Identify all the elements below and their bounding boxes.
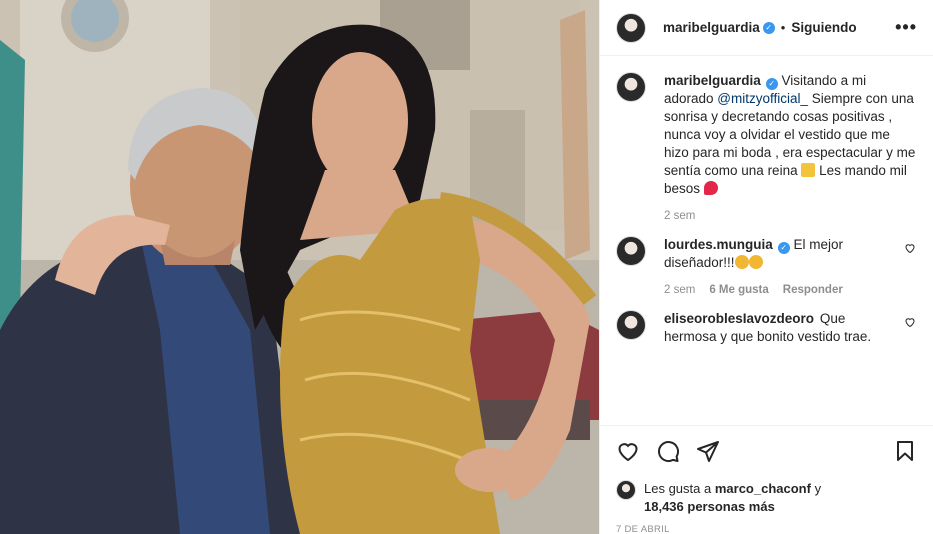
separator-dot: •: [780, 20, 786, 35]
caption-body: maribelguardia ✓ Visitando a mi adorado @…: [664, 72, 917, 222]
post-side-panel: maribelguardia ✓ • Siguiendo ••• maribel…: [599, 0, 933, 534]
crown-emoji-icon: [801, 163, 816, 177]
following-button[interactable]: Siguiendo: [791, 20, 856, 35]
clap-emoji-icon: [748, 255, 763, 269]
comment-icon[interactable]: [656, 439, 680, 463]
comment-likes[interactable]: 6 Me gusta: [709, 284, 768, 296]
post-header: maribelguardia ✓ • Siguiendo •••: [600, 0, 933, 56]
more-options-icon[interactable]: •••: [895, 17, 917, 38]
caption-avatar[interactable]: [616, 72, 646, 102]
comment-text: eliseoroblesIavozdeoro Que hermosa y que…: [664, 310, 893, 346]
caption-time[interactable]: 2 sem: [664, 210, 695, 222]
comment-username[interactable]: eliseoroblesIavozdeoro: [664, 311, 814, 326]
action-icons: [616, 436, 917, 466]
kiss-emoji-icon: [703, 181, 718, 195]
bookmark-icon[interactable]: [893, 439, 917, 463]
comment-body: eliseoroblesIavozdeoro Que hermosa y que…: [664, 310, 893, 346]
post-date[interactable]: 7 DE ABRIL: [616, 524, 917, 534]
comments-list[interactable]: maribelguardia ✓ Visitando a mi adorado @…: [600, 72, 933, 424]
comment-like-heart-icon[interactable]: [903, 316, 917, 328]
author-avatar[interactable]: [616, 12, 646, 43]
reply-button[interactable]: Responder: [783, 284, 843, 296]
author-info: maribelguardia ✓ • Siguiendo: [663, 20, 857, 35]
likes-prefix: Les gusta a: [644, 481, 712, 496]
photo-illustration: [0, 0, 599, 534]
caption-text: maribelguardia ✓ Visitando a mi adorado @…: [664, 72, 917, 198]
likes-summary: Les gusta a marco_chaconf y 18,436 perso…: [616, 480, 917, 516]
caption-mention[interactable]: @mitzyofficial_: [717, 91, 808, 106]
post-actions: Les gusta a marco_chaconf y 18,436 perso…: [600, 425, 933, 534]
verified-badge-icon: ✓: [762, 21, 775, 34]
verified-badge-icon: ✓: [765, 78, 778, 90]
comment-item: eliseoroblesIavozdeoro Que hermosa y que…: [616, 310, 917, 346]
caption-meta: 2 sem: [664, 210, 917, 222]
comment-item: lourdes.munguia ✓ El mejor diseñador!!! 2…: [616, 236, 917, 296]
post-photo[interactable]: [0, 0, 599, 534]
caption-username[interactable]: maribelguardia: [664, 73, 761, 88]
comment-text: lourdes.munguia ✓ El mejor diseñador!!!: [664, 236, 893, 272]
comment-like-heart-icon[interactable]: [903, 242, 917, 254]
likes-text: Les gusta a marco_chaconf y 18,436 perso…: [644, 480, 821, 516]
liker-avatar[interactable]: [616, 480, 636, 500]
comment-time[interactable]: 2 sem: [664, 284, 695, 296]
likes-count[interactable]: 18,436 personas más: [644, 499, 775, 514]
share-icon[interactable]: [696, 439, 720, 463]
comment-meta: 2 sem 6 Me gusta Responder: [664, 284, 893, 296]
comment-username[interactable]: lourdes.munguia: [664, 237, 773, 252]
heart-icon[interactable]: [616, 439, 640, 463]
comment-avatar[interactable]: [616, 236, 646, 266]
author-username[interactable]: maribelguardia: [663, 20, 760, 35]
verified-badge-icon: ✓: [777, 242, 790, 254]
comment-body: lourdes.munguia ✓ El mejor diseñador!!! 2…: [664, 236, 893, 296]
liker-username[interactable]: marco_chaconf: [715, 481, 811, 496]
likes-conj: y: [814, 481, 822, 496]
clap-emoji-icon: [734, 255, 749, 269]
instagram-post-view: maribelguardia ✓ • Siguiendo ••• maribel…: [0, 0, 933, 534]
comment-avatar[interactable]: [616, 310, 646, 340]
caption: maribelguardia ✓ Visitando a mi adorado @…: [616, 72, 917, 222]
